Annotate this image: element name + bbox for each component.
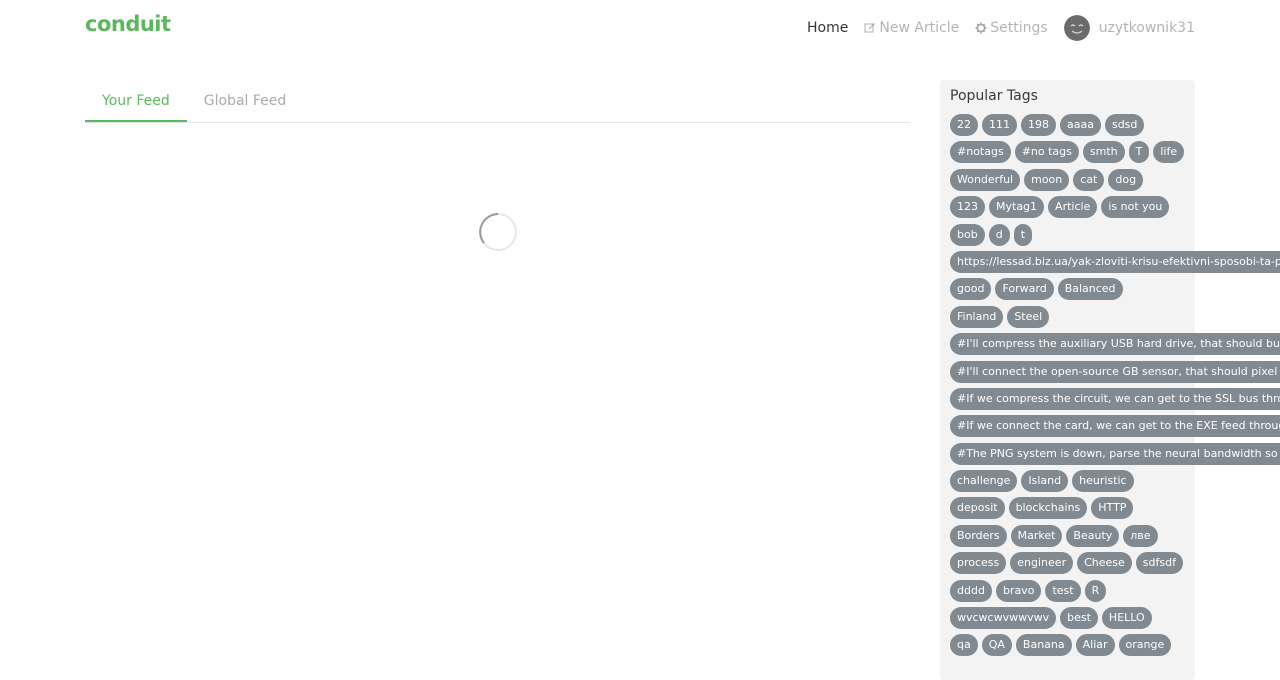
tag-pill[interactable]: life (1153, 141, 1185, 164)
tag-row: #notags #no tags smth Tlife (950, 141, 1280, 164)
nav-new-article-link[interactable]: New Article (864, 20, 959, 36)
tag-pill[interactable]: test (1045, 579, 1081, 602)
tag-pill[interactable]: Wonderful (950, 168, 1021, 191)
edit-icon (864, 23, 876, 33)
tag-row: process engineer Cheese sdfsdf (950, 552, 1280, 575)
nav-new-article-label: New Article (879, 20, 960, 36)
tag-pill[interactable]: Aliar (1075, 634, 1115, 657)
tag-pill[interactable]: HTTP (1091, 497, 1134, 520)
tag-row: dddd bravo test R (950, 579, 1280, 602)
tag-pill[interactable]: engineer (1010, 552, 1074, 575)
tag-row: Finland Steel (950, 305, 1280, 328)
tag-row: wvcwcwvwwvwv best HELLO (950, 607, 1280, 630)
tag-pill[interactable]: smth (1082, 141, 1125, 164)
nav-settings-label: Settings (990, 20, 1048, 36)
tag-pill[interactable]: sdfsdf (1135, 552, 1183, 575)
tag-pill[interactable]: 111 (982, 114, 1017, 136)
tag-pill[interactable]: Forward (995, 278, 1054, 301)
tag-pill[interactable]: Beauty (1066, 524, 1120, 547)
tag-pill[interactable]: #I'll compress the auxiliary USB hard dr… (950, 333, 1280, 356)
tag-row: Wonderful moon cat dog (950, 168, 1280, 191)
tag-pill[interactable]: aaaa (1060, 114, 1101, 136)
tag-pill[interactable]: #no tags (1014, 141, 1079, 164)
tag-row: #If we compress the circuit, we can get … (950, 387, 1280, 410)
tag-row: bob d t (950, 223, 1280, 246)
tab-your-feed[interactable]: Your Feed (85, 80, 187, 122)
tag-pill[interactable]: лве (1123, 524, 1158, 547)
tag-row: #I'll compress the auxiliary USB hard dr… (950, 333, 1280, 356)
tag-row: good Forward Balanced (950, 278, 1280, 301)
sidebar-title: Popular Tags (950, 88, 1038, 104)
nav-settings-link[interactable]: Settings (975, 20, 1048, 36)
popular-tags-sidebar: Popular Tags 22 111 198 aaaa sdsd #notags #no … (940, 80, 1280, 680)
tag-row: deposit blockchains HTTP (950, 497, 1280, 520)
tag-pill[interactable]: #notags (950, 141, 1011, 164)
tag-pill[interactable]: 22 (950, 114, 978, 136)
tag-pill[interactable]: sdsd (1104, 114, 1145, 136)
tag-pill[interactable]: heuristic (1072, 470, 1134, 493)
tag-pill[interactable]: is not you (1101, 196, 1170, 219)
tag-pill[interactable]: blockchains (1008, 497, 1088, 520)
tag-pill[interactable]: cat (1073, 168, 1105, 191)
tag-row: Borders Market Beauty лве (950, 524, 1280, 547)
tag-pill[interactable]: Island (1021, 470, 1069, 493)
tag-row: #The PNG system is down, parse the neura… (950, 442, 1280, 465)
tag-pill[interactable]: moon (1024, 168, 1070, 191)
tag-pill[interactable]: challenge (950, 470, 1018, 493)
nav-username: uzytkownik31 (1098, 20, 1195, 36)
tag-pill[interactable]: d (988, 223, 1010, 246)
tag-pill[interactable]: Borders (950, 524, 1007, 547)
tag-pill[interactable]: R (1084, 579, 1107, 602)
tag-pill[interactable]: good (950, 278, 992, 301)
nav-home-link[interactable]: Home (807, 20, 848, 36)
tag-pill[interactable]: t (1013, 223, 1033, 246)
tab-global-feed[interactable]: Global Feed (187, 80, 304, 122)
tag-pill[interactable]: best (1060, 607, 1098, 630)
tag-pill[interactable]: orange (1118, 634, 1172, 657)
tag-pill[interactable]: #The PNG system is down, parse the neura… (950, 442, 1280, 465)
tag-pill[interactable]: #If we connect the card, we can get to t… (950, 415, 1280, 438)
tag-pill[interactable]: qa (950, 634, 978, 657)
brand-logo[interactable]: conduit (85, 12, 171, 36)
tag-row: challenge Island heuristic (950, 470, 1280, 493)
tag-pill[interactable]: Mytag1 (989, 196, 1045, 219)
tag-pill[interactable]: wvcwcwvwwvwv (950, 607, 1057, 630)
tag-row: #If we connect the card, we can get to t… (950, 415, 1280, 438)
tag-pill[interactable]: dog (1108, 168, 1144, 191)
tag-pill[interactable]: Cheese (1077, 552, 1132, 575)
tag-pill[interactable]: HELLO (1101, 607, 1152, 630)
tag-pill[interactable]: #I'll connect the open-source GB sensor,… (950, 360, 1280, 383)
nav-menu: Home New Article Settings uzytkownik31 (807, 0, 1195, 56)
tag-pill[interactable]: Balanced (1057, 278, 1123, 301)
gear-icon (975, 22, 987, 34)
tag-pill[interactable]: process (950, 552, 1007, 575)
tag-pill[interactable]: Finland (950, 305, 1004, 328)
tag-pill[interactable]: https://lessad.biz.ua/yak-zloviti-krisu-… (950, 250, 1280, 273)
tag-pill[interactable]: deposit (950, 497, 1005, 520)
tag-row: qa QA Banana Aliar orange (950, 634, 1280, 657)
feed-toggle: Your Feed Global Feed (85, 80, 910, 123)
spinner-icon (479, 213, 517, 251)
tag-pill[interactable]: Steel (1007, 305, 1050, 328)
navbar: conduit Home New Article Settings uzytko… (0, 0, 1280, 56)
nav-home-label: Home (807, 20, 849, 36)
tag-pill[interactable]: Article (1048, 196, 1098, 219)
tag-pill[interactable]: Banana (1015, 634, 1072, 657)
tag-pill[interactable]: 123 (950, 196, 985, 219)
tag-pill[interactable]: T (1128, 141, 1150, 164)
tag-pill[interactable]: bravo (995, 579, 1042, 602)
tag-row: https://lessad.biz.ua/yak-zloviti-krisu-… (950, 250, 1280, 273)
tag-pill[interactable]: bob (950, 223, 985, 246)
tag-pill[interactable]: dddd (950, 579, 992, 602)
tag-row: 123 Mytag1 Article is not you (950, 196, 1280, 219)
tag-pill[interactable]: #If we compress the circuit, we can get … (950, 387, 1280, 410)
tag-pill[interactable]: QA (981, 634, 1012, 657)
nav-profile-link[interactable]: uzytkownik31 (1063, 15, 1195, 41)
tag-row: 22 111 198 aaaa sdsd (950, 114, 1280, 136)
tag-list: 22 111 198 aaaa sdsd #notags #no tags smth Tlife… (950, 114, 1280, 657)
tag-pill[interactable]: Market (1010, 524, 1063, 547)
tag-row: #I'll connect the open-source GB sensor,… (950, 360, 1280, 383)
smiley-avatar-icon (1063, 15, 1090, 41)
tag-pill[interactable]: 198 (1021, 114, 1056, 136)
